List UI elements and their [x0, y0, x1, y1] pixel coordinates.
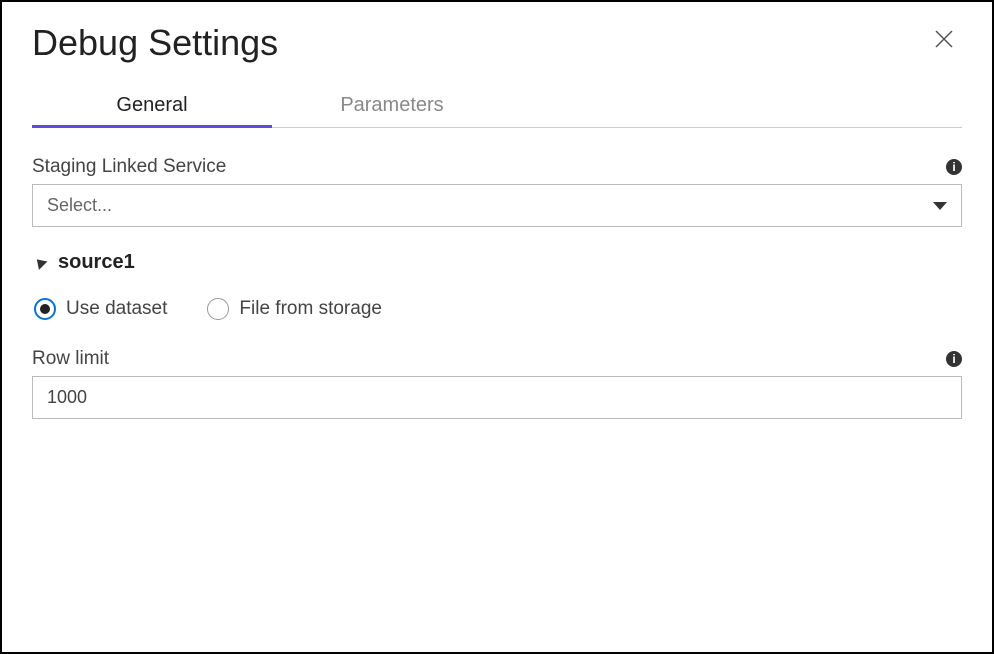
radio-label: File from storage [239, 298, 382, 320]
radio-use-dataset[interactable]: Use dataset [34, 298, 167, 320]
select-placeholder: Select... [47, 195, 112, 216]
close-button[interactable] [926, 22, 962, 58]
info-icon[interactable]: i [946, 159, 962, 175]
radio-icon [207, 298, 229, 320]
radio-dot-icon [40, 304, 50, 314]
row-limit-label: Row limit [32, 348, 109, 370]
info-icon[interactable]: i [946, 351, 962, 367]
page-title: Debug Settings [32, 22, 278, 64]
chevron-down-icon [933, 202, 947, 210]
tab-bar: General Parameters [32, 84, 962, 128]
tab-general[interactable]: General [32, 84, 272, 127]
staging-linked-service-select[interactable]: Select... [32, 184, 962, 227]
row-limit-input[interactable] [32, 376, 962, 419]
radio-file-from-storage[interactable]: File from storage [207, 298, 382, 320]
tab-parameters[interactable]: Parameters [272, 84, 512, 127]
expand-collapse-icon [33, 255, 48, 270]
section-header-source1[interactable]: source1 [32, 251, 962, 274]
staging-linked-service-label: Staging Linked Service [32, 156, 226, 178]
radio-label: Use dataset [66, 298, 167, 320]
close-icon [934, 24, 954, 55]
section-name: source1 [58, 251, 135, 274]
source-type-radio-group: Use dataset File from storage [34, 298, 962, 320]
radio-icon [34, 298, 56, 320]
